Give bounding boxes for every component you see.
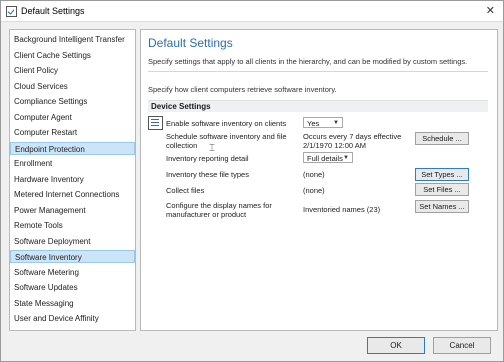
display-names-label: Configure the display names for manufact… bbox=[166, 201, 272, 219]
file-types-value: (none) bbox=[303, 170, 325, 179]
chevron-down-icon: ▼ bbox=[343, 155, 349, 161]
sidebar-item-software-updates[interactable]: Software Updates bbox=[10, 281, 135, 294]
sidebar-item-software-inventory[interactable]: Software Inventory bbox=[10, 250, 135, 263]
page-subtitle: Specify settings that apply to all clien… bbox=[148, 57, 468, 66]
intro-text: Specify how client computers retrieve so… bbox=[148, 85, 337, 94]
sidebar-item-hardware-inventory[interactable]: Hardware Inventory bbox=[10, 173, 135, 186]
enable-inventory-label: Enable software inventory on clients bbox=[166, 119, 287, 128]
sidebar-item-software-metering[interactable]: Software Metering bbox=[10, 266, 135, 279]
reporting-detail-dropdown[interactable]: Full details ▼ bbox=[303, 152, 353, 163]
section-header: Device Settings bbox=[148, 100, 488, 112]
cancel-button[interactable]: Cancel bbox=[433, 337, 491, 354]
settings-category-list: Background Intelligent Transfer Client Ca… bbox=[9, 29, 136, 331]
sidebar-item-cloud-services[interactable]: Cloud Services bbox=[10, 80, 135, 93]
set-files-button[interactable]: Set Files ... bbox=[415, 183, 469, 196]
file-types-label: Inventory these file types bbox=[166, 170, 249, 179]
sidebar-item-client-cache-settings[interactable]: Client Cache Settings bbox=[10, 49, 135, 62]
sidebar-item-power-management[interactable]: Power Management bbox=[10, 204, 135, 217]
chevron-down-icon: ▼ bbox=[333, 120, 339, 126]
settings-panel: Default Settings Specify settings that a… bbox=[140, 29, 498, 331]
sidebar-item-remote-tools[interactable]: Remote Tools bbox=[10, 219, 135, 232]
sidebar-item-compliance-settings[interactable]: Compliance Settings bbox=[10, 95, 135, 108]
sidebar-item-enrollment[interactable]: Enrollment bbox=[10, 157, 135, 170]
dialog-window: Default Settings ✕ Background Intelligen… bbox=[0, 0, 504, 362]
schedule-value: Occurs every 7 days effective 2/1/1970 1… bbox=[303, 132, 402, 150]
sidebar-item-state-messaging[interactable]: State Messaging bbox=[10, 297, 135, 310]
sidebar-item-client-policy[interactable]: Client Policy bbox=[10, 64, 135, 77]
collect-files-label: Collect files bbox=[166, 186, 205, 195]
close-button[interactable]: ✕ bbox=[486, 4, 495, 17]
window-title: Default Settings bbox=[21, 6, 85, 16]
schedule-label: Schedule software inventory and file col… bbox=[166, 132, 287, 150]
page-title: Default Settings bbox=[148, 36, 233, 50]
enable-inventory-dropdown[interactable]: Yes ▼ bbox=[303, 117, 343, 128]
set-types-button[interactable]: Set Types ... bbox=[415, 168, 469, 181]
sidebar-item-computer-agent[interactable]: Computer Agent bbox=[10, 111, 135, 124]
sidebar-item-user-and-device-affinity[interactable]: User and Device Affinity bbox=[10, 312, 135, 325]
settings-list-icon bbox=[148, 116, 163, 130]
display-names-value: Inventoried names (23) bbox=[303, 205, 381, 214]
enable-inventory-value: Yes bbox=[307, 119, 320, 128]
sidebar-item-computer-restart[interactable]: Computer Restart bbox=[10, 126, 135, 139]
ok-button[interactable]: OK bbox=[367, 337, 425, 354]
sidebar-item-background-intelligent-transfer[interactable]: Background Intelligent Transfer bbox=[10, 33, 135, 46]
collect-files-value: (none) bbox=[303, 186, 325, 195]
reporting-detail-label: Inventory reporting detail bbox=[166, 154, 249, 163]
settings-check-icon bbox=[6, 6, 17, 17]
sidebar-item-software-deployment[interactable]: Software Deployment bbox=[10, 235, 135, 248]
set-names-button[interactable]: Set Names ... bbox=[415, 200, 469, 213]
reporting-detail-value: Full details bbox=[307, 154, 343, 163]
title-bar: Default Settings ✕ bbox=[1, 1, 503, 22]
divider bbox=[148, 71, 488, 72]
mouse-cursor-icon: ⌶ bbox=[209, 143, 215, 154]
sidebar-item-metered-internet-connections[interactable]: Metered Internet Connections bbox=[10, 188, 135, 201]
schedule-button[interactable]: Schedule ... bbox=[415, 132, 469, 145]
sidebar-item-endpoint-protection[interactable]: Endpoint Protection bbox=[10, 141, 135, 155]
